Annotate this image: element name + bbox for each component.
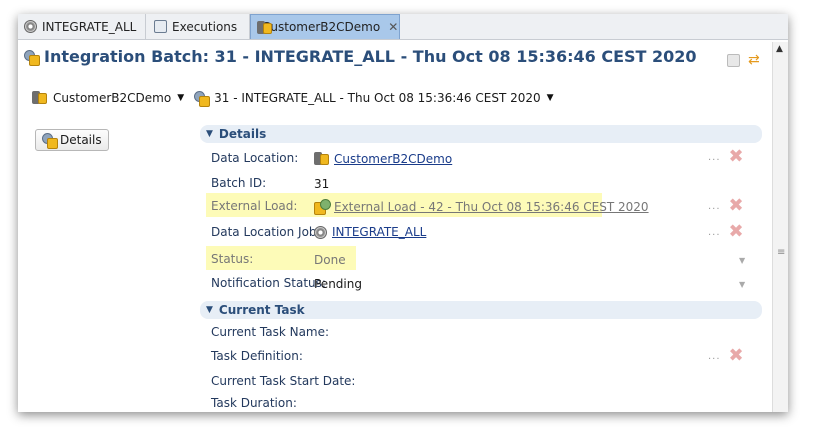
data-location-actions: ... ✖: [708, 148, 744, 166]
browse-button[interactable]: ...: [708, 152, 721, 163]
close-tab-icon[interactable]: ✕: [388, 20, 398, 34]
external-load-label: External Load:: [211, 199, 298, 213]
refresh-icon[interactable]: ⇄: [748, 52, 760, 68]
section-title: Current Task: [218, 303, 305, 317]
gear-icon: [314, 225, 327, 239]
tab-label: CustomerB2CDemo: [262, 20, 381, 34]
data-location-job-label: Data Location Job:: [211, 225, 321, 239]
status-label: Status:: [211, 252, 254, 266]
save-icon[interactable]: [727, 53, 740, 67]
breadcrumb-location[interactable]: CustomerB2CDemo: [53, 91, 171, 105]
current-task-section-header[interactable]: ▼ Current Task: [200, 301, 762, 319]
notification-status-dropdown-icon[interactable]: ▼: [739, 280, 745, 289]
section-title: Details: [218, 127, 267, 141]
details-button-label: Details: [60, 133, 102, 147]
executions-icon: [154, 20, 167, 33]
tab-customerb2cdemo[interactable]: CustomerB2CDemo ✕: [250, 14, 400, 39]
batch-id-label: Batch ID:: [211, 176, 267, 190]
data-location-job-value: INTEGRATE_ALL: [314, 225, 426, 239]
header-toolbar: ⇄: [727, 52, 760, 68]
external-load-actions: ... ✖: [708, 197, 744, 215]
remove-icon[interactable]: ✖: [729, 148, 744, 166]
scroll-up-icon[interactable]: ▲: [776, 44, 783, 54]
task-duration-label: Task Duration:: [211, 396, 297, 410]
external-load-link[interactable]: External Load - 42 - Thu Oct 08 15:36:46…: [334, 200, 649, 214]
current-task-name-label: Current Task Name:: [211, 325, 330, 339]
browse-button[interactable]: ...: [708, 351, 721, 362]
expand-triangle-icon: ▼: [206, 305, 213, 315]
notification-status-value: Pending: [314, 277, 362, 291]
current-task-start-date-label: Current Task Start Date:: [211, 374, 356, 388]
browse-button[interactable]: ...: [708, 201, 721, 212]
data-location-icon: [314, 151, 329, 166]
editor-window: INTEGRATE_ALL Executions CustomerB2CDemo…: [18, 14, 788, 412]
data-location-job-actions: ... ✖: [708, 223, 744, 241]
data-location-job-link[interactable]: INTEGRATE_ALL: [332, 225, 426, 239]
breadcrumb: CustomerB2CDemo ▼ 31 - INTEGRATE_ALL - T…: [32, 90, 554, 107]
data-location-link[interactable]: CustomerB2CDemo: [334, 152, 452, 166]
data-location-icon: [32, 90, 47, 105]
tab-executions[interactable]: Executions: [148, 14, 250, 39]
batch-id-value: 31: [314, 177, 330, 191]
status-value: Done: [314, 253, 346, 267]
data-location-label: Data Location:: [211, 151, 299, 165]
gear-icon: [24, 20, 37, 33]
task-definition-label: Task Definition:: [211, 349, 303, 363]
vertical-scrollbar[interactable]: ▲ ≡: [772, 42, 788, 412]
browse-button[interactable]: ...: [708, 227, 721, 238]
notification-status-label: Notification Status:: [211, 276, 326, 290]
chevron-down-icon[interactable]: ▼: [547, 93, 554, 103]
integration-batch-icon: [194, 90, 211, 107]
chevron-down-icon[interactable]: ▼: [177, 93, 184, 103]
status-dropdown-icon[interactable]: ▼: [739, 256, 745, 265]
page-title: Integration Batch: 31 - INTEGRATE_ALL - …: [24, 47, 697, 66]
remove-icon[interactable]: ✖: [729, 197, 744, 215]
integration-batch-icon: [42, 133, 58, 149]
task-definition-actions: ... ✖: [708, 347, 744, 365]
tab-integrate-all[interactable]: INTEGRATE_ALL: [18, 14, 146, 39]
remove-icon[interactable]: ✖: [729, 223, 744, 241]
breadcrumb-batch[interactable]: 31 - INTEGRATE_ALL - Thu Oct 08 15:36:46…: [214, 91, 541, 105]
external-load-icon: [314, 199, 331, 215]
tab-label: INTEGRATE_ALL: [42, 19, 137, 34]
remove-icon[interactable]: ✖: [729, 347, 744, 365]
scroll-grip-icon[interactable]: ≡: [777, 247, 785, 258]
external-load-value: External Load - 42 - Thu Oct 08 15:36:46…: [314, 199, 649, 215]
page-title-text: Integration Batch: 31 - INTEGRATE_ALL - …: [44, 47, 697, 66]
expand-triangle-icon: ▼: [206, 129, 213, 139]
details-section-header[interactable]: ▼ Details: [200, 125, 762, 143]
integration-batch-icon: [24, 49, 40, 66]
editor-tab-bar: INTEGRATE_ALL Executions CustomerB2CDemo…: [18, 14, 788, 40]
details-button[interactable]: Details: [35, 129, 109, 151]
data-location-value: CustomerB2CDemo: [314, 151, 452, 166]
tab-label: Executions: [172, 19, 238, 34]
